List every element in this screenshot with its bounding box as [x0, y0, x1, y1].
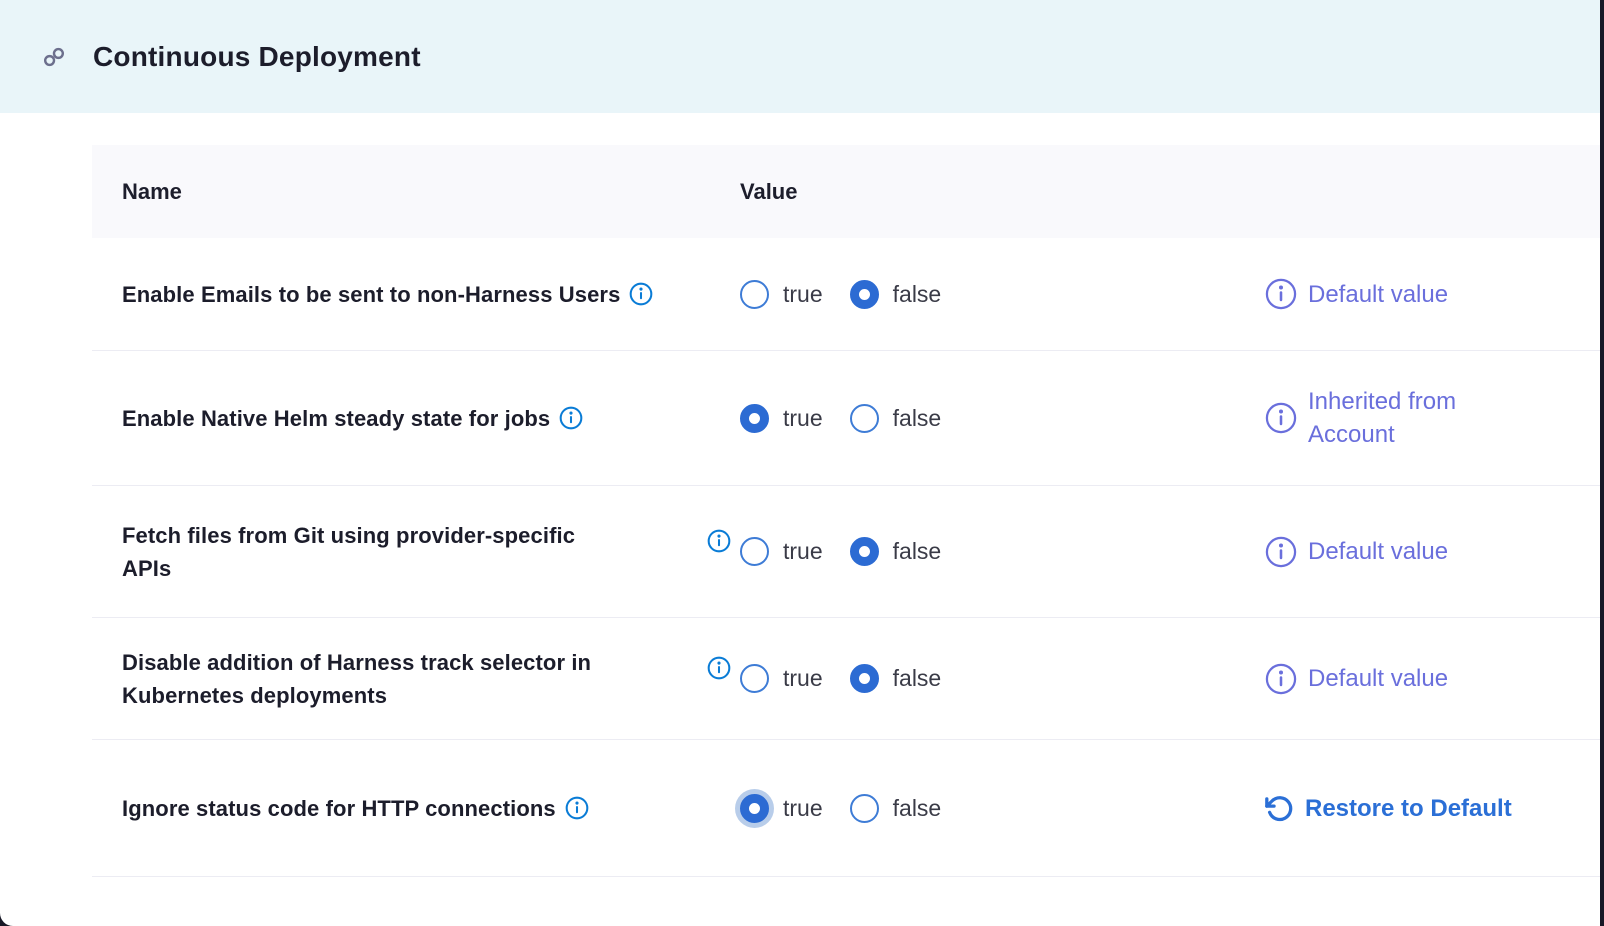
table-header-row: Name Value [92, 145, 1600, 238]
radio-true-label: true [783, 665, 823, 692]
setting-value-cell: true false [700, 280, 1260, 309]
setting-name-cell: Ignore status code for HTTP connections [92, 792, 700, 825]
status-label[interactable]: Default value [1308, 278, 1448, 311]
info-icon[interactable] [559, 406, 583, 430]
setting-name: Disable addition of Harness track select… [122, 650, 591, 708]
radio-true[interactable] [740, 280, 769, 309]
setting-name: Fetch files from Git using provider-spec… [122, 523, 575, 581]
radio-true[interactable] [740, 794, 769, 823]
setting-value-cell: true false [700, 664, 1260, 693]
setting-name-cell: Disable addition of Harness track select… [92, 646, 700, 712]
link-icon[interactable] [43, 46, 65, 68]
settings-table: Name Value Enable Emails to be sent to n… [92, 145, 1600, 877]
radio-option-false[interactable]: false [850, 404, 942, 433]
status-label[interactable]: Inherited from Account [1308, 385, 1456, 451]
radio-false[interactable] [850, 537, 879, 566]
radio-true-label: true [783, 538, 823, 565]
info-icon[interactable] [707, 529, 731, 553]
column-header-value: Value [700, 179, 1260, 205]
info-icon[interactable] [1265, 663, 1297, 695]
radio-false-label: false [893, 665, 942, 692]
info-icon[interactable] [565, 796, 589, 820]
radio-true[interactable] [740, 537, 769, 566]
info-icon[interactable] [707, 656, 731, 680]
table-row: Enable Emails to be sent to non-Harness … [92, 238, 1600, 351]
radio-true-label: true [783, 281, 823, 308]
radio-false-label: false [893, 405, 942, 432]
radio-option-false[interactable]: false [850, 280, 942, 309]
setting-name-cell: Enable Native Helm steady state for jobs [92, 402, 700, 435]
radio-option-true[interactable]: true [740, 664, 823, 693]
table-row: Fetch files from Git using provider-spec… [92, 486, 1600, 618]
radio-group: true false [740, 404, 941, 433]
radio-group: true false [740, 664, 941, 693]
table-row: Disable addition of Harness track select… [92, 618, 1600, 740]
info-icon[interactable] [1265, 278, 1297, 310]
radio-option-true[interactable]: true [740, 404, 823, 433]
radio-true[interactable] [740, 664, 769, 693]
radio-false[interactable] [850, 280, 879, 309]
radio-option-true[interactable]: true [740, 280, 823, 309]
setting-name: Ignore status code for HTTP connections [122, 796, 556, 821]
window-corner-bottom-left [0, 913, 13, 926]
table-body: Enable Emails to be sent to non-Harness … [92, 238, 1600, 877]
setting-value-cell: true false [700, 794, 1260, 823]
setting-value-cell: true false [700, 404, 1260, 433]
radio-group: true false [740, 537, 941, 566]
setting-status-cell: Default value [1260, 278, 1600, 311]
column-header-name: Name [92, 179, 700, 205]
radio-option-false[interactable]: false [850, 794, 942, 823]
settings-content: Name Value Enable Emails to be sent to n… [0, 145, 1604, 877]
setting-value-cell: true false [700, 537, 1260, 566]
radio-group: true false [740, 794, 941, 823]
setting-name-cell: Fetch files from Git using provider-spec… [92, 519, 700, 585]
setting-status-cell: Default value [1260, 662, 1600, 695]
radio-option-false[interactable]: false [850, 664, 942, 693]
setting-status-cell: Default value [1260, 535, 1600, 568]
setting-status-cell: Inherited from Account [1260, 385, 1600, 451]
radio-true-label: true [783, 405, 823, 432]
setting-status-cell: Restore to Default [1260, 792, 1600, 825]
status-label[interactable]: Default value [1308, 662, 1448, 695]
setting-name: Enable Emails to be sent to non-Harness … [122, 282, 620, 307]
table-row: Enable Native Helm steady state for jobs [92, 351, 1600, 486]
radio-true-label: true [783, 795, 823, 822]
radio-true[interactable] [740, 404, 769, 433]
radio-option-true[interactable]: true [740, 537, 823, 566]
setting-name-cell: Enable Emails to be sent to non-Harness … [92, 278, 700, 311]
status-label[interactable]: Restore to Default [1305, 792, 1512, 825]
table-row: Ignore status code for HTTP connections [92, 740, 1600, 877]
radio-false[interactable] [850, 404, 879, 433]
radio-option-false[interactable]: false [850, 537, 942, 566]
radio-false-label: false [893, 281, 942, 308]
radio-false[interactable] [850, 794, 879, 823]
radio-group: true false [740, 280, 941, 309]
radio-option-true[interactable]: true [740, 794, 823, 823]
restore-icon[interactable] [1265, 794, 1294, 823]
status-label[interactable]: Default value [1308, 535, 1448, 568]
window-right-edge [1600, 0, 1604, 926]
radio-false-label: false [893, 538, 942, 565]
info-icon[interactable] [1265, 536, 1297, 568]
info-icon[interactable] [629, 282, 653, 306]
page-title: Continuous Deployment [93, 41, 421, 73]
setting-name: Enable Native Helm steady state for jobs [122, 406, 550, 431]
radio-false-label: false [893, 795, 942, 822]
section-header: Continuous Deployment [0, 0, 1604, 113]
info-icon[interactable] [1265, 402, 1297, 434]
column-header-value-label: Value [740, 179, 797, 204]
radio-false[interactable] [850, 664, 879, 693]
